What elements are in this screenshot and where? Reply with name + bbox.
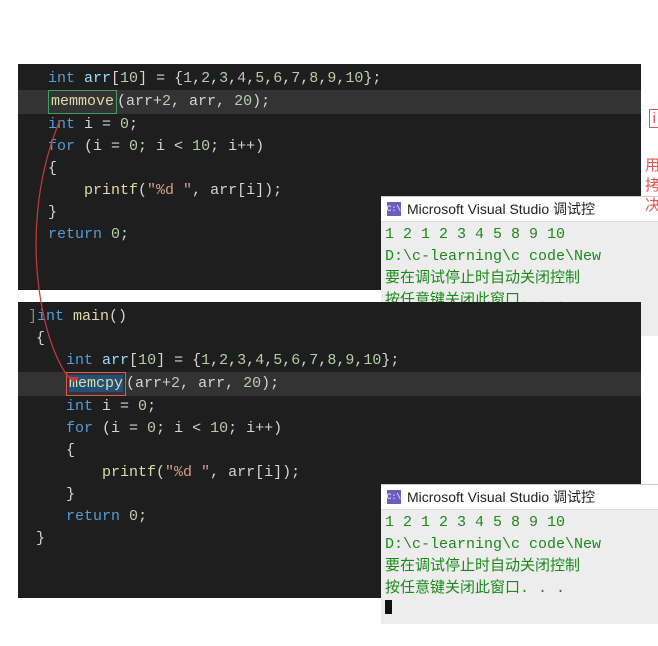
code-line: { bbox=[18, 328, 641, 350]
debug-console-bottom: C:\ Microsoft Visual Studio 调试控 1 2 1 2 … bbox=[381, 484, 658, 624]
code-line-highlighted: memcpy(arr+2, arr, 20); bbox=[18, 372, 641, 396]
console-title: Microsoft Visual Studio 调试控 bbox=[407, 487, 595, 507]
console-titlebar[interactable]: C:\ Microsoft Visual Studio 调试控 bbox=[381, 197, 658, 222]
cursor-icon bbox=[385, 600, 392, 614]
annotation-text: 拷 bbox=[645, 174, 658, 195]
annotation-text: 决 bbox=[645, 194, 658, 215]
code-line: int i = 0; bbox=[18, 114, 641, 136]
code-line: ]int main() bbox=[18, 306, 641, 328]
code-line-highlighted: memmove(arr+2, arr, 20); bbox=[18, 90, 641, 114]
code-line: for (i = 0; i < 10; i++) bbox=[18, 136, 641, 158]
console-icon: C:\ bbox=[387, 202, 401, 216]
code-line: int arr[10] = {1,2,3,4,5,6,7,8,9,10}; bbox=[18, 68, 641, 90]
console-icon: C:\ bbox=[387, 490, 401, 504]
memmove-highlight: memmove bbox=[48, 90, 117, 114]
code-line: int arr[10] = {1,2,3,4,5,6,7,8,9,10}; bbox=[18, 350, 641, 372]
code-line: { bbox=[18, 440, 641, 462]
code-line: { bbox=[18, 158, 641, 180]
code-line: for (i = 0; i < 10; i++) bbox=[18, 418, 641, 440]
code-line: printf("%d ", arr[i]); bbox=[18, 462, 641, 484]
memcpy-highlight: memcpy bbox=[66, 372, 126, 396]
console-title: Microsoft Visual Studio 调试控 bbox=[407, 199, 595, 219]
code-line: int i = 0; bbox=[18, 396, 641, 418]
annotation-box-i: i bbox=[649, 110, 658, 127]
annotation-text: 用 bbox=[645, 154, 658, 175]
console-titlebar[interactable]: C:\ Microsoft Visual Studio 调试控 bbox=[381, 485, 658, 510]
console-output: 1 2 1 2 3 4 5 8 9 10 D:\c-learning\c cod… bbox=[381, 510, 658, 624]
